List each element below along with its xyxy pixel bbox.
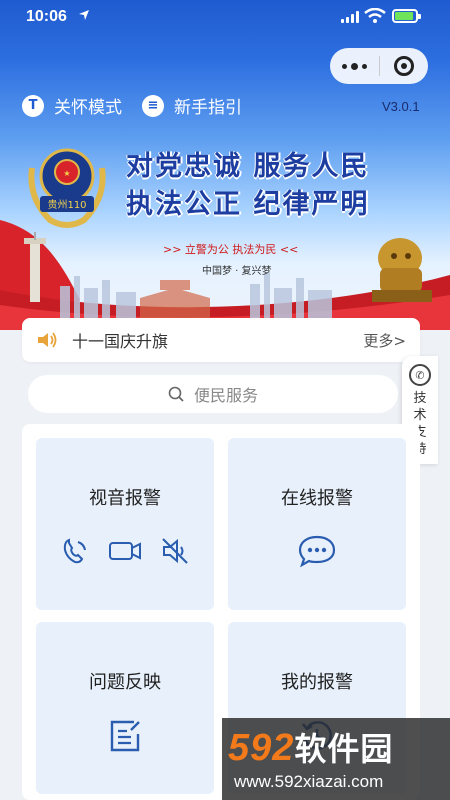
beginner-guide-button[interactable]: ≡ 新手指引	[142, 93, 242, 118]
lion-statue-decoration	[372, 238, 432, 302]
phone-call-icon	[63, 538, 86, 564]
notice-bar[interactable]: 十一国庆升旗 更多>	[22, 318, 420, 362]
banner-slogan: 对党忠诚 服务人民 执法公正 纪律严明	[126, 148, 369, 224]
tile-video-alarm[interactable]: 视音报警	[36, 438, 214, 610]
police-emblem-logo: ★ 贵州110	[28, 148, 106, 228]
guide-document-icon: ≡	[142, 94, 164, 117]
cellular-signal-icon	[341, 11, 359, 23]
version-label: V3.0.1	[382, 99, 420, 114]
watermark-logo-number: 592	[228, 727, 295, 769]
tile-issue-report[interactable]: 问题反映	[36, 622, 214, 794]
ornamental-pillar-decoration	[24, 232, 46, 302]
location-arrow-icon	[79, 10, 89, 20]
tile-online-alarm[interactable]: 在线报警	[228, 438, 406, 610]
more-menu-button[interactable]	[330, 48, 379, 84]
speaker-icon	[38, 332, 57, 348]
watermark-logo-text: 软件园	[294, 730, 394, 768]
watermark-logo: 592软件园	[228, 724, 393, 770]
close-mini-program-button[interactable]	[379, 48, 428, 84]
slogan-line-1: 对党忠诚 服务人民	[126, 151, 370, 182]
status-time: 10:06	[26, 8, 67, 25]
care-mode-label: 关怀模式	[54, 98, 122, 118]
status-bar: 10:06	[0, 0, 450, 40]
tile-issue-report-title: 问题反映	[89, 672, 161, 693]
emblem-text: 贵州110	[47, 198, 86, 211]
care-mode-button[interactable]: T 关怀模式	[22, 93, 122, 118]
notice-more-link[interactable]: 更多>	[363, 330, 406, 351]
chat-bubble-icon	[298, 535, 336, 568]
tile-online-alarm-title: 在线报警	[281, 488, 353, 509]
text-size-icon: T	[22, 94, 44, 117]
notice-text: 十一国庆升旗	[72, 332, 169, 351]
search-input[interactable]: 便民服务	[28, 375, 398, 413]
mute-icon	[162, 538, 188, 564]
tile-video-alarm-title: 视音报警	[89, 488, 161, 509]
tile-my-alarms-title: 我的报警	[281, 672, 353, 693]
wifi-icon	[364, 8, 386, 23]
video-camera-icon	[109, 542, 141, 560]
target-circle-icon	[393, 56, 414, 76]
watermark-url: www.592xiazai.com	[234, 772, 384, 791]
edit-document-icon	[110, 720, 140, 752]
search-placeholder: 便民服务	[193, 386, 258, 405]
beginner-guide-label: 新手指引	[174, 98, 242, 118]
mini-program-capsule	[330, 48, 428, 84]
banner-dream-text: 中国梦 · 复兴梦	[202, 266, 272, 277]
site-watermark: 592软件园 www.592xiazai.com	[222, 718, 450, 800]
svg-text:★: ★	[63, 169, 70, 178]
header-toolbar: T 关怀模式 ≡ 新手指引	[22, 93, 262, 118]
slogan-line-2: 执法公正 纪律严明	[126, 189, 370, 220]
banner-subslogan: >> 立警为公 执法为民 <<	[163, 243, 299, 256]
search-icon	[168, 386, 184, 402]
more-dots-icon	[341, 63, 347, 69]
support-phone-icon: ✆	[409, 364, 431, 386]
battery-icon	[392, 9, 421, 23]
